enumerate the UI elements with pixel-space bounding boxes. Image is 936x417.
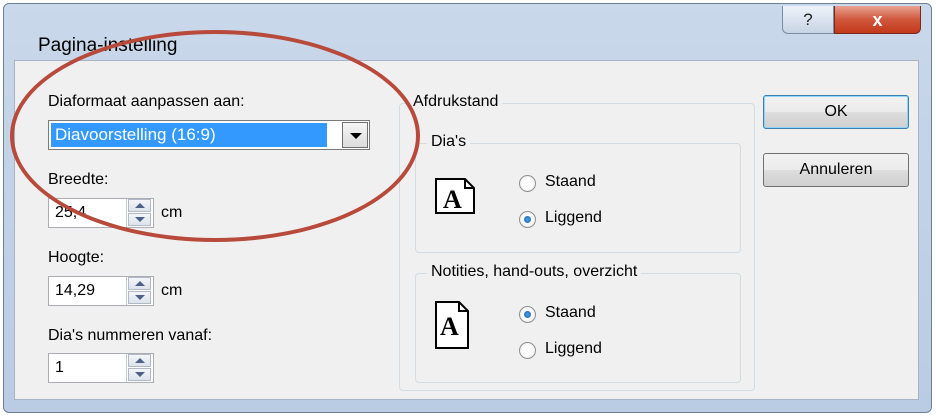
slides-landscape-label[interactable]: Liggend — [545, 209, 602, 227]
help-button[interactable]: ? — [782, 6, 834, 34]
cancel-button[interactable]: Annuleren — [763, 153, 909, 187]
landscape-page-icon: A — [435, 178, 475, 214]
height-value: 14,29 — [55, 282, 96, 299]
notes-portrait-label[interactable]: Staand — [545, 304, 596, 322]
number-decrement-button[interactable] — [128, 368, 151, 381]
slides-portrait-radio[interactable] — [519, 175, 536, 192]
number-increment-button[interactable] — [128, 354, 151, 367]
height-label: Hoogte: — [48, 249, 105, 266]
title-bar[interactable]: Pagina-instelling ? x — [4, 4, 931, 56]
dialog-body: Diaformaat aanpassen aan: Diavoorstellin… — [14, 60, 919, 400]
notes-portrait-radio[interactable] — [519, 306, 536, 323]
height-spinner[interactable]: 14,29 — [48, 276, 154, 306]
portrait-page-icon: A — [435, 301, 469, 349]
orientation-label: Afdrukstand — [409, 93, 503, 111]
width-unit: cm — [161, 204, 183, 221]
dialog-title: Pagina-instelling — [38, 35, 178, 56]
number-from-value: 1 — [55, 359, 64, 376]
close-button[interactable]: x — [834, 6, 921, 34]
svg-text:A: A — [440, 312, 459, 341]
page-setup-dialog: Pagina-instelling ? x Diaformaat aanpass… — [3, 3, 932, 413]
height-unit: cm — [161, 282, 183, 299]
width-decrement-button[interactable] — [128, 213, 151, 226]
width-spinner[interactable]: 25,4 — [48, 198, 154, 228]
slides-orientation-label: Dia's — [427, 133, 471, 151]
number-from-spinner[interactable]: 1 — [48, 353, 154, 383]
width-value: 25,4 — [55, 204, 87, 221]
dropdown-arrow-icon[interactable] — [342, 122, 368, 148]
slide-size-label: Diaformaat aanpassen aan: — [48, 93, 245, 110]
notes-landscape-label[interactable]: Liggend — [545, 340, 602, 358]
width-increment-button[interactable] — [128, 199, 151, 212]
slide-size-dropdown[interactable]: Diavoorstelling (16:9) — [48, 120, 370, 150]
slides-portrait-label[interactable]: Staand — [545, 173, 596, 191]
slide-size-value: Diavoorstelling (16:9) — [51, 123, 327, 147]
notes-landscape-radio[interactable] — [519, 342, 536, 359]
ok-button[interactable]: OK — [763, 95, 909, 129]
svg-text:A: A — [443, 185, 462, 214]
slides-landscape-radio[interactable] — [519, 211, 536, 228]
notes-orientation-label: Notities, hand-outs, overzicht — [427, 263, 642, 281]
height-decrement-button[interactable] — [128, 291, 151, 304]
width-label: Breedte: — [48, 171, 109, 188]
height-increment-button[interactable] — [128, 277, 151, 290]
number-from-label: Dia's nummeren vanaf: — [48, 327, 213, 344]
